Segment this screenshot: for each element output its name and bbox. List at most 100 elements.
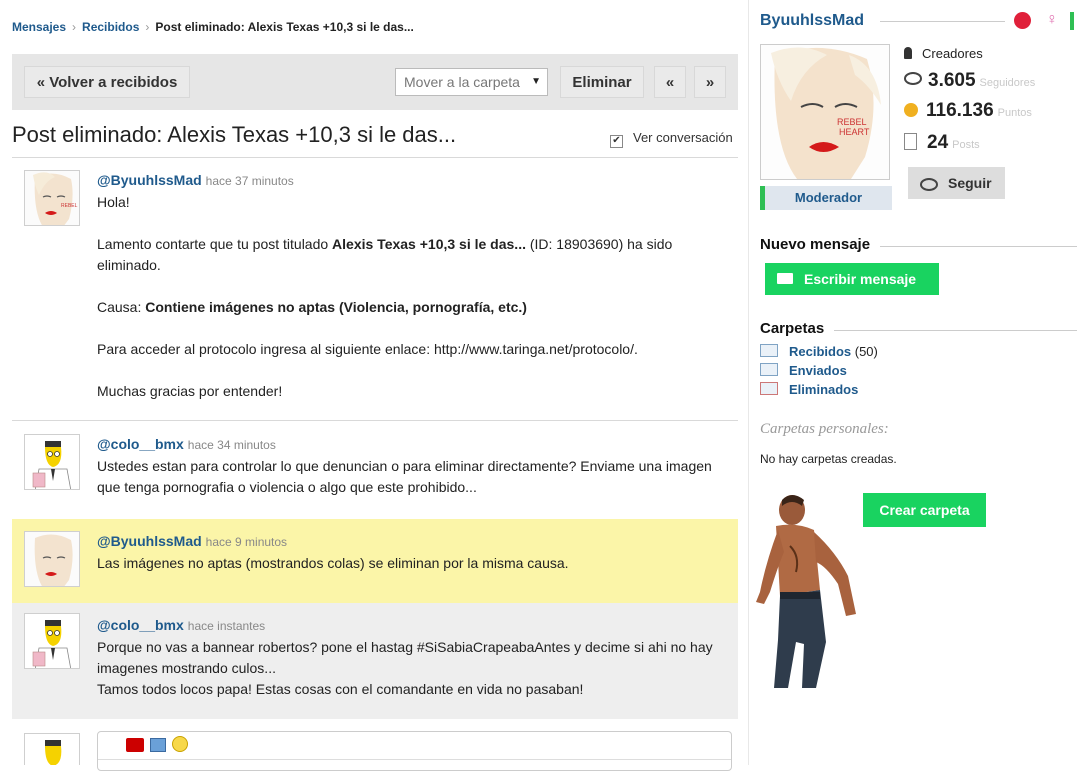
write-message-button[interactable]: Escribir mensaje <box>765 263 939 295</box>
avatar-image <box>25 734 79 765</box>
view-conversation-label: Ver conversación <box>633 130 733 145</box>
message-body: @colo__bmx hace 34 minutos Ustedes estan … <box>97 434 730 498</box>
message-text: Causa: Contiene imágenes no aptas (Viole… <box>97 299 527 315</box>
rank-label: Creadores <box>922 46 983 61</box>
profile-followers: 3.605 Seguidores <box>904 70 1035 92</box>
profile-avatar[interactable]: REBEL HEART <box>760 44 890 180</box>
avatar[interactable] <box>24 733 80 765</box>
sent-icon <box>760 363 778 376</box>
divider <box>98 759 731 760</box>
message-text: Ustedes estan para controlar lo que denu… <box>97 458 712 495</box>
folder-item-inbox[interactable]: Recibidos (50) <box>760 344 878 359</box>
next-button[interactable]: » <box>694 66 726 98</box>
message-item: @colo__bmx hace instantes Porque no vas a… <box>12 603 738 719</box>
folders-title: Carpetas <box>760 320 835 337</box>
message-text: Porque no vas a bannear robertos? pone e… <box>97 639 713 676</box>
message-toolbar: « Volver a recibidos Mover a la carpeta … <box>12 54 738 110</box>
view-conversation-toggle[interactable]: ✔ Ver conversación <box>610 130 733 148</box>
profile-posts: 24 Posts <box>904 132 980 154</box>
column-separator <box>748 0 749 765</box>
message-author[interactable]: @colo__bmx <box>97 436 184 452</box>
deleted-icon <box>760 382 778 395</box>
message-time: hace 34 minutos <box>187 438 276 452</box>
profile-username[interactable]: ByuuhlssMad <box>760 12 864 30</box>
profile-rank: Creadores <box>904 46 983 61</box>
dancing-man-image <box>756 492 862 690</box>
checkbox-checked-icon[interactable]: ✔ <box>610 135 623 148</box>
avatar[interactable]: REBEL <box>24 170 80 226</box>
message-item: @colo__bmx hace 34 minutos Ustedes estan … <box>12 421 738 517</box>
avatar[interactable] <box>24 613 80 669</box>
divider <box>880 21 1005 22</box>
avatar[interactable] <box>24 434 80 490</box>
online-indicator <box>1070 12 1074 30</box>
message-author[interactable]: @colo__bmx <box>97 617 184 633</box>
svg-text:REBEL: REBEL <box>61 203 78 209</box>
message-body: @colo__bmx hace instantes Porque no vas a… <box>97 615 730 700</box>
followers-label: Seguidores <box>979 77 1036 89</box>
message-text: Lamento contarte que tu post titulado Al… <box>97 236 673 273</box>
follow-button[interactable]: Seguir <box>908 167 1005 199</box>
message-time: hace instantes <box>187 619 266 633</box>
breadcrumb: Mensajes › Recibidos › Post eliminado: Alexi… <box>12 20 414 34</box>
message-text: Para acceder al protocolo ingresa al sig… <box>97 341 638 357</box>
image-icon[interactable] <box>150 738 166 752</box>
new-message-title: Nuevo mensaje <box>760 236 881 253</box>
breadcrumb-mensajes[interactable]: Mensajes <box>12 20 66 34</box>
back-to-inbox-button[interactable]: « Volver a recibidos <box>24 66 190 98</box>
move-to-folder-label: Mover a la carpeta <box>404 74 520 90</box>
chevron-right-icon: › <box>145 20 150 34</box>
move-to-folder-select[interactable]: Mover a la carpeta ▼ <box>395 68 548 96</box>
gender-female-icon: ♀ <box>1046 11 1058 28</box>
youtube-icon[interactable] <box>126 738 144 752</box>
followers-count: 3.605 <box>928 70 976 91</box>
svg-text:HEART: HEART <box>839 127 870 137</box>
message-header: @colo__bmx hace instantes <box>97 615 730 637</box>
message-item: REBEL @ByuuhlssMad hace 37 minutos Hola! … <box>12 158 738 416</box>
folder-name[interactable]: Recibidos <box>789 344 851 359</box>
write-message-label: Escribir mensaje <box>804 271 917 287</box>
folder-name[interactable]: Enviados <box>789 363 847 378</box>
message-text: Las imágenes no aptas (mostrandos colas)… <box>97 555 569 571</box>
message-author[interactable]: @ByuuhlssMad <box>97 172 202 188</box>
breadcrumb-recibidos[interactable]: Recibidos <box>82 20 139 34</box>
profile-points: 116.136 Puntos <box>904 100 1032 122</box>
avatar-image <box>25 435 79 489</box>
folder-item-sent[interactable]: Enviados <box>760 363 847 378</box>
previous-button[interactable]: « <box>654 66 686 98</box>
message-header: @ByuuhlssMad hace 37 minutos <box>97 170 730 192</box>
avatar-image: REBEL <box>25 171 79 225</box>
inbox-icon <box>760 344 778 357</box>
avatar[interactable] <box>24 531 80 587</box>
message-header: @colo__bmx hace 34 minutos <box>97 434 730 456</box>
posts-icon <box>904 133 917 150</box>
message-body: @ByuuhlssMad hace 37 minutos Hola! Lament… <box>97 170 730 402</box>
points-label: Puntos <box>997 107 1032 119</box>
no-folders-text: No hay carpetas creadas. <box>760 452 897 466</box>
message-author[interactable]: @ByuuhlssMad <box>97 533 202 549</box>
svg-text:REBEL: REBEL <box>837 117 867 127</box>
reply-editor[interactable] <box>97 731 732 771</box>
envelope-icon <box>777 273 793 284</box>
dropdown-arrow-icon: ▼ <box>531 76 541 87</box>
breadcrumb-current: Post eliminado: Alexis Texas +10,3 si le… <box>155 20 414 34</box>
delete-button[interactable]: Eliminar <box>560 66 644 98</box>
message-header: @ByuuhlssMad hace 9 minutos <box>97 531 730 553</box>
dancing-man-graphic <box>756 495 856 688</box>
conversation-title: Post eliminado: Alexis Texas +10,3 si le… <box>12 122 457 147</box>
message-text: Muchas gracias por entender! <box>97 383 283 399</box>
profile-avatar-image: REBEL HEART <box>761 45 889 179</box>
emoticon-icon[interactable] <box>172 736 188 752</box>
folder-name[interactable]: Eliminados <box>789 382 858 397</box>
avatar-image <box>25 532 79 586</box>
message-text: Hola! <box>97 194 130 210</box>
folder-item-deleted[interactable]: Eliminados <box>760 382 858 397</box>
chevron-right-icon: › <box>72 20 77 34</box>
message-text: Tamos todos locos papa! Estas cosas con … <box>97 681 584 697</box>
eye-icon <box>904 72 922 85</box>
message-body: @ByuuhlssMad hace 9 minutos Las imágenes … <box>97 531 730 574</box>
posts-label: Posts <box>952 139 980 151</box>
create-folder-button[interactable]: Crear carpeta <box>863 493 986 527</box>
folder-count: (50) <box>854 344 878 359</box>
message-item: @ByuuhlssMad hace 9 minutos Las imágenes … <box>12 519 738 603</box>
